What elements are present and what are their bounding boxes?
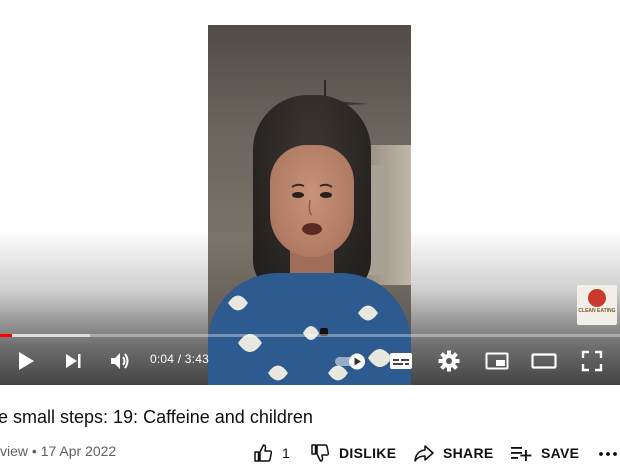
meta-dot: • (31, 443, 37, 459)
theater-mode-icon (531, 353, 557, 369)
autoplay-toggle-icon (335, 353, 365, 370)
subtitles-icon (390, 353, 412, 369)
thumbs-down-icon (311, 444, 330, 462)
video-player[interactable]: CLEAN EATING 0:04 / 3:43 (0, 0, 620, 385)
progress-played (0, 334, 12, 337)
like-button[interactable]: 1 (253, 440, 290, 466)
subtitles-button[interactable] (388, 345, 414, 377)
theater-mode-button[interactable] (530, 345, 558, 377)
volume-button[interactable] (108, 345, 132, 377)
share-icon (414, 445, 434, 462)
channel-watermark[interactable]: CLEAN EATING (577, 285, 617, 325)
dislike-button[interactable]: DISLIKE (310, 440, 396, 466)
next-icon (66, 354, 81, 368)
time-separator: / (177, 352, 182, 366)
time-display: 0:04 / 3:43 (150, 352, 209, 366)
duration: 3:43 (184, 352, 209, 366)
save-button[interactable]: SAVE (510, 440, 579, 466)
progress-bar[interactable] (0, 334, 620, 337)
miniplayer-icon (485, 352, 509, 370)
dislike-label: DISLIKE (339, 445, 397, 461)
save-label: SAVE (541, 445, 580, 461)
current-time: 0:04 (150, 352, 175, 366)
face-features (291, 183, 333, 235)
save-playlist-icon (511, 447, 532, 461)
upload-date: 17 Apr 2022 (40, 443, 117, 459)
share-label: SHARE (443, 445, 494, 461)
progress-buffered (0, 334, 90, 337)
person-face (270, 145, 354, 257)
play-button[interactable] (14, 345, 38, 377)
fullscreen-icon (581, 350, 603, 372)
miniplayer-button[interactable] (484, 345, 510, 377)
autoplay-toggle[interactable] (334, 345, 368, 377)
settings-button[interactable] (436, 345, 462, 377)
person-dress (208, 273, 411, 385)
dress-pattern (228, 295, 392, 381)
volume-icon (111, 353, 129, 369)
play-icon (19, 352, 34, 370)
video-meta: view • 17 Apr 2022 (0, 443, 116, 459)
more-actions-button[interactable] (598, 440, 620, 466)
fullscreen-button[interactable] (580, 345, 604, 377)
watermark-logo-icon (588, 289, 606, 307)
video-title: e small steps: 19: Caffeine and children (0, 407, 313, 427)
view-count: view (0, 443, 29, 459)
video-frame[interactable] (208, 25, 411, 385)
more-icon (599, 452, 617, 456)
thumbs-up-icon (254, 444, 273, 462)
settings-gear-icon (438, 350, 460, 372)
like-count: 1 (282, 445, 291, 461)
share-button[interactable]: SHARE (414, 440, 494, 466)
watermark-text: CLEAN EATING (578, 308, 616, 314)
next-button[interactable] (61, 345, 85, 377)
